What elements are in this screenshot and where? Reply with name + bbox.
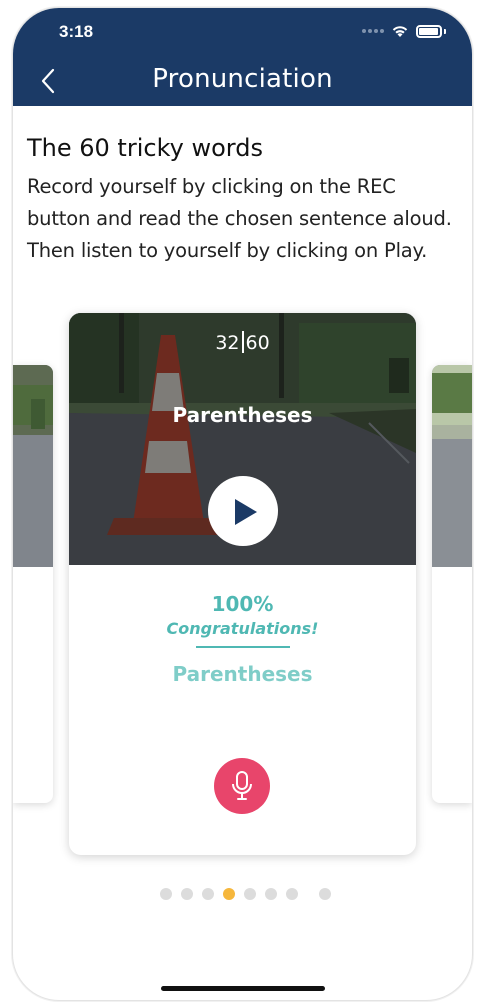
previous-card[interactable]: [13, 365, 53, 803]
recognized-word: Parentheses: [172, 662, 313, 686]
page-title: Pronunciation: [152, 64, 333, 94]
counter-separator: [241, 331, 244, 353]
section-title: The 60 tricky words: [27, 134, 263, 162]
home-indicator[interactable]: [161, 986, 325, 991]
previous-card-photo: [13, 365, 53, 567]
status-time: 3:18: [59, 22, 94, 41]
page-dot[interactable]: [160, 888, 172, 900]
microphone-icon: [232, 771, 252, 800]
page-dot[interactable]: [265, 888, 277, 900]
counter-total: 60: [245, 332, 270, 354]
phone-frame: 3:18 Pronunciation The 60 tricky words R…: [13, 8, 472, 1000]
navigation-bar: 3:18 Pronunciation: [13, 8, 472, 106]
feedback-text: Congratulations!: [166, 619, 319, 638]
page-dot[interactable]: [286, 888, 298, 900]
pagination-dots: [160, 888, 331, 900]
status-icons: [362, 24, 446, 38]
counter-current: 32: [215, 332, 240, 354]
feedback-underline: [196, 646, 290, 648]
signal-icon: [362, 29, 384, 33]
page-dot[interactable]: [244, 888, 256, 900]
section-description: Record yourself by clicking on the REC b…: [27, 175, 452, 262]
record-button[interactable]: [214, 758, 270, 814]
page-dot-active[interactable]: [223, 888, 235, 900]
page-dot[interactable]: [202, 888, 214, 900]
wifi-icon: [392, 26, 408, 37]
word-card: 32 60 Parentheses 100% Congratulations! P…: [69, 313, 416, 855]
next-card-photo: [432, 365, 472, 567]
page-dot[interactable]: [319, 888, 331, 900]
battery-icon: [416, 24, 442, 38]
page-dot[interactable]: [181, 888, 193, 900]
card-word: Parentheses: [172, 403, 313, 427]
play-icon: [235, 499, 257, 525]
score-value: 100%: [211, 592, 274, 616]
battery-cap: [444, 28, 446, 34]
next-card[interactable]: [432, 365, 472, 803]
word-counter: 32 60: [69, 331, 416, 354]
play-button[interactable]: [208, 476, 278, 546]
